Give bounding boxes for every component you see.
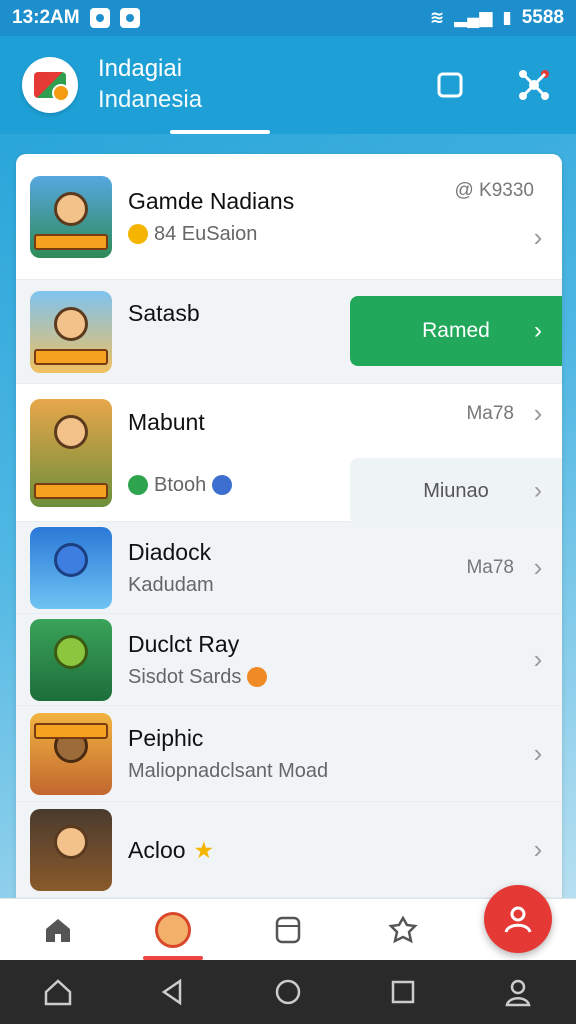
app-notification-icon	[119, 8, 140, 28]
ramed-button[interactable]: Ramed ›	[350, 296, 562, 366]
row-subtitle-text: Btooh	[154, 473, 207, 496]
home-icon	[44, 979, 71, 1006]
game-thumbnail	[30, 808, 112, 891]
chevron-right-icon: ›	[534, 477, 542, 504]
miunao-button-label: Miunao	[423, 479, 489, 502]
row-title: Peiphic	[128, 724, 204, 751]
puzzle-icon	[388, 914, 418, 943]
notification-icon	[89, 8, 110, 28]
game-thumbnail	[30, 398, 112, 507]
sys-home-button[interactable]	[36, 970, 80, 1014]
row-title: Diadock	[128, 538, 212, 565]
app-titles: Indagiai Indanesia	[98, 54, 202, 116]
miunao-button[interactable]: Miunao ›	[350, 458, 562, 524]
row-subtitle: Sisdot Sards	[128, 663, 528, 691]
list-item[interactable]: Peiphic Maliopnadclsant Moad ›	[16, 706, 562, 802]
star-icon: ★	[193, 836, 215, 863]
row-subtitle: Maliopnadclsant Moad	[128, 757, 528, 785]
game-thumbnail	[30, 290, 112, 373]
profile-fab[interactable]	[484, 885, 552, 953]
row-meta: @ K9330 ›	[454, 180, 548, 253]
row-title: Duclct Ray	[128, 630, 240, 657]
row-title-text: Acloo	[128, 836, 186, 863]
badge-icon	[212, 474, 233, 495]
row-text: Acloo ★	[128, 835, 528, 865]
row-subtitle-text: Maliopnadclsant Moad	[128, 759, 329, 782]
status-left: 13:2AM	[12, 7, 140, 29]
chevron-right-icon: ›	[533, 552, 543, 582]
list-item[interactable]: Acloo ★ ›	[16, 802, 562, 898]
user-icon	[504, 906, 532, 933]
network-icon[interactable]	[514, 65, 554, 105]
wifi-icon: ≋	[429, 8, 445, 27]
app-subtitle: Indanesia	[98, 86, 203, 113]
tab-indicator	[170, 130, 270, 134]
row-text: Peiphic Maliopnadclsant Moad	[128, 723, 528, 785]
sys-account-button[interactable]	[496, 970, 540, 1014]
row-meta-text: Ma78	[466, 402, 514, 424]
row-subtitle-text: Kadudam	[128, 573, 214, 596]
home-icon	[45, 918, 70, 942]
chevron-right-icon: ›	[533, 222, 543, 252]
app-logo	[22, 57, 78, 113]
app-header: Indagiai Indanesia	[0, 36, 576, 134]
game-list: Gamde Nadians 84 EuSaion @ K9330 › Satas…	[16, 154, 562, 898]
game-thumbnail	[30, 526, 112, 609]
badge-icon	[247, 666, 268, 687]
list-item[interactable]: Duclct Ray Sisdot Sards ›	[16, 614, 562, 706]
row-title: Gamde Nadians	[128, 187, 295, 214]
game-thumbnail	[30, 712, 112, 795]
row-text: Diadock Kadudam	[128, 537, 466, 599]
nav-profile[interactable]	[142, 900, 203, 960]
app-title: Indagiai	[98, 55, 183, 82]
battery-icon: ▮	[502, 8, 512, 27]
row-meta-text: Ma78	[466, 556, 514, 578]
row-text: Duclct Ray Sisdot Sards	[128, 629, 528, 691]
sys-recents-button[interactable]	[381, 970, 425, 1014]
chevron-right-icon: ›	[533, 644, 543, 674]
ramed-button-label: Ramed	[422, 319, 490, 342]
chevron-right-icon: ›	[533, 834, 543, 864]
avatar-icon	[154, 911, 191, 948]
system-nav	[0, 960, 576, 1024]
back-icon	[161, 978, 182, 1006]
chevron-right-icon: ›	[533, 738, 543, 768]
game-thumbnail	[30, 618, 112, 701]
row-meta: Ma78 ›	[466, 398, 548, 429]
recents-icon	[391, 980, 415, 1004]
database-icon	[275, 916, 301, 943]
row-subtitle-text: Sisdot Sards	[128, 665, 242, 688]
circle-home-icon	[275, 979, 301, 1005]
check-circle-icon	[128, 474, 148, 495]
chevron-right-icon: ›	[534, 317, 542, 344]
signal-icon: ▂▄▆	[454, 8, 493, 27]
row-subtitle: 84 EuSaion	[128, 220, 454, 248]
status-right-text: 5588	[521, 7, 564, 28]
row-title: Mabunt	[128, 408, 205, 435]
nav-home[interactable]	[28, 900, 88, 960]
status-time: 13:2AM	[12, 7, 80, 28]
crown-icon	[128, 223, 148, 244]
user-icon	[505, 979, 531, 1007]
nav-puzzle[interactable]	[373, 900, 433, 960]
row-title: Acloo ★	[128, 835, 528, 865]
nav-database[interactable]	[258, 900, 318, 960]
status-right: ≋ ▂▄▆ ▮ 5588	[430, 7, 564, 29]
row-subtitle: Kadudam	[128, 571, 466, 599]
list-item[interactable]: Gamde Nadians 84 EuSaion @ K9330 ›	[16, 154, 562, 280]
sys-center-button[interactable]	[266, 970, 310, 1014]
row-meta-text: @ K9330	[454, 180, 534, 201]
game-thumbnail	[30, 175, 112, 258]
header-actions	[430, 65, 554, 105]
row-text: Gamde Nadians 84 EuSaion	[128, 186, 454, 248]
row-subtitle-text: 84 EuSaion	[154, 222, 258, 245]
square-icon[interactable]	[430, 65, 470, 105]
status-bar: 13:2AM ≋ ▂▄▆ ▮ 5588	[0, 0, 576, 36]
chevron-right-icon: ›	[533, 398, 543, 428]
sys-back-button[interactable]	[151, 970, 195, 1014]
list-item[interactable]: Diadock Kadudam Ma78 ›	[16, 522, 562, 614]
